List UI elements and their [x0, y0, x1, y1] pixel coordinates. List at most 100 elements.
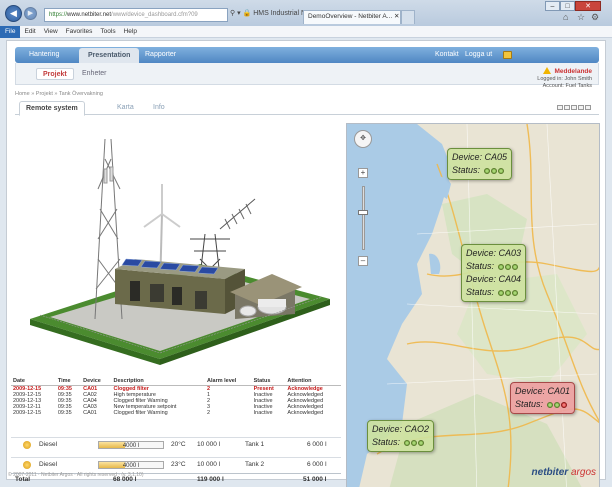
- tank-level-gauge: 4000 l: [98, 441, 164, 449]
- brand-name: netbiter: [531, 467, 569, 478]
- col-description[interactable]: Description: [111, 377, 206, 386]
- lock-icon: [503, 51, 512, 59]
- panel-buttons[interactable]: [556, 105, 591, 112]
- zoom-out-button[interactable]: –: [358, 256, 368, 266]
- cell-description: Clogged filter Warning: [113, 410, 168, 416]
- table-row[interactable]: 2009-12-15 09:35 CA01 Clogged filter War…: [11, 410, 341, 416]
- favorites-star-icon[interactable]: ☆: [577, 12, 585, 23]
- message-link[interactable]: Meddelande: [554, 68, 592, 75]
- device-marker-ca01[interactable]: Device: CA01 Status:: [510, 382, 576, 414]
- col-device[interactable]: Device: [81, 377, 112, 386]
- device-label: Device: CA03: [466, 248, 522, 258]
- col-alarm-level[interactable]: Alarm level: [205, 377, 252, 386]
- new-tab-button[interactable]: [401, 10, 415, 24]
- gear-icon[interactable]: ⚙: [591, 12, 599, 23]
- cell-attention: Acknowledged: [287, 410, 324, 416]
- brand-suffix: argos: [570, 467, 596, 478]
- tank-free: 6 000 l: [307, 441, 327, 448]
- breadcrumb[interactable]: Home » Projekt » Tank Övervakning: [15, 91, 103, 97]
- nav-kontakt[interactable]: Kontakt: [435, 47, 459, 63]
- browser-tab-demo[interactable]: DemoOverview - Netbiter A... ✕: [303, 10, 401, 24]
- url-path: /www/device_dashboard.cfm?09: [111, 12, 198, 18]
- subnav-projekt[interactable]: Projekt: [36, 68, 74, 80]
- menu-help[interactable]: Help: [120, 26, 141, 38]
- tank-temperature: 20°C: [171, 441, 186, 448]
- device-marker-ca03-ca04[interactable]: Device: CA03 Status: Device: CA04 Status…: [461, 244, 527, 302]
- status-light-green: [417, 440, 424, 446]
- menu-favorites[interactable]: Favorites: [62, 26, 97, 38]
- status-light-red: [560, 402, 567, 408]
- remote-system-illustration: [10, 119, 342, 374]
- status-label: Status:: [452, 165, 481, 175]
- status-light-green: [410, 440, 417, 446]
- address-bar[interactable]: https://www.netbiter.net/www/device_dash…: [44, 8, 228, 22]
- status-label: Status:: [466, 287, 495, 297]
- col-status[interactable]: Status: [251, 377, 286, 386]
- status-label: Status:: [466, 261, 495, 271]
- col-time[interactable]: Time: [55, 377, 82, 386]
- zoom-slider[interactable]: [362, 186, 365, 250]
- nav-logout[interactable]: Logga ut: [465, 47, 492, 63]
- device-label: Device: CA04: [466, 274, 522, 284]
- nav-presentation[interactable]: Presentation: [79, 48, 140, 63]
- status-light-green: [497, 290, 504, 296]
- tank-volume: 4000 l: [122, 443, 140, 449]
- url-host: www.netbiter.net: [67, 12, 112, 18]
- alarm-table: Date Time Device Description Alarm level…: [11, 377, 341, 435]
- user-info: Meddelande Logged in: John Smith Account…: [537, 67, 592, 90]
- tab-remote-system[interactable]: Remote system: [19, 101, 85, 116]
- cell-time: 09:35: [57, 410, 72, 416]
- forward-icon[interactable]: ▶: [24, 7, 37, 20]
- minimize-icon[interactable]: –: [545, 1, 560, 11]
- nav-rapporter[interactable]: Rapporter: [145, 47, 176, 63]
- copyright: © 2007-2011 · Netbiter Argos · All right…: [8, 472, 144, 478]
- tank-fuel: Diesel: [39, 441, 58, 448]
- maximize-icon[interactable]: □: [560, 1, 575, 11]
- home-icon[interactable]: ⌂: [563, 12, 568, 22]
- menu-view[interactable]: View: [40, 26, 62, 38]
- device-label: Device: CA01: [515, 386, 571, 396]
- device-marker-ca02[interactable]: Device: CAO2 Status:: [367, 420, 435, 452]
- status-light-green: [553, 402, 560, 408]
- col-attention[interactable]: Attention: [285, 377, 341, 386]
- status-label: Status:: [372, 437, 401, 447]
- tank-status-icon: [23, 441, 31, 449]
- browser-menubar: File Edit View Favorites Tools Help: [0, 26, 612, 38]
- tank-row-1[interactable]: Diesel 4000 l 20°C 10 000 l Tank 1 6 000…: [11, 437, 341, 451]
- nav-hantering[interactable]: Hantering: [29, 47, 59, 63]
- status-light-green: [483, 168, 490, 174]
- status-label: Status:: [515, 399, 544, 409]
- zoom-slider-thumb[interactable]: [358, 210, 368, 215]
- account-label: Account: Fuel Tanks: [542, 83, 592, 89]
- status-light-green: [504, 290, 511, 296]
- menu-file[interactable]: File: [0, 26, 21, 38]
- status-light-green: [511, 290, 518, 296]
- url-secure: https://: [49, 12, 68, 18]
- status-light-green: [497, 264, 504, 270]
- status-light-green: [511, 264, 518, 270]
- close-window-icon[interactable]: ✕: [575, 1, 601, 11]
- back-icon[interactable]: ◀: [5, 5, 22, 22]
- tab-karta[interactable]: Karta: [111, 101, 140, 115]
- netbiter-argos-logo: netbiter argos: [532, 467, 596, 478]
- col-date[interactable]: Date: [11, 377, 56, 386]
- status-light-green: [504, 264, 511, 270]
- page-footer: © 2007-2011 · Netbiter Argos · All right…: [6, 466, 606, 482]
- device-marker-ca05[interactable]: Device: CA05 Status:: [447, 148, 513, 180]
- menu-tools[interactable]: Tools: [96, 26, 119, 38]
- device-map[interactable]: ✥ + – Device: CA05 Status: Device: CA03 …: [346, 123, 600, 487]
- status-light-green: [490, 168, 497, 174]
- subnav-enheter[interactable]: Enheter: [76, 68, 113, 80]
- tab-info[interactable]: Info: [147, 101, 171, 115]
- device-label: Device: CA05: [452, 152, 508, 162]
- map-pan-control[interactable]: ✥: [354, 130, 372, 148]
- status-light-green: [546, 402, 553, 408]
- warning-icon: [543, 67, 552, 74]
- logged-in-label: Logged in: John Smith: [537, 76, 592, 82]
- status-light-green: [403, 440, 410, 446]
- cell-status: Inactive: [253, 410, 273, 416]
- menu-edit[interactable]: Edit: [20, 26, 39, 38]
- browser-titlebar: ◀ ▶ https://www.netbiter.net/www/device_…: [0, 0, 612, 26]
- cell-level: 2: [207, 410, 211, 416]
- zoom-in-button[interactable]: +: [358, 168, 368, 178]
